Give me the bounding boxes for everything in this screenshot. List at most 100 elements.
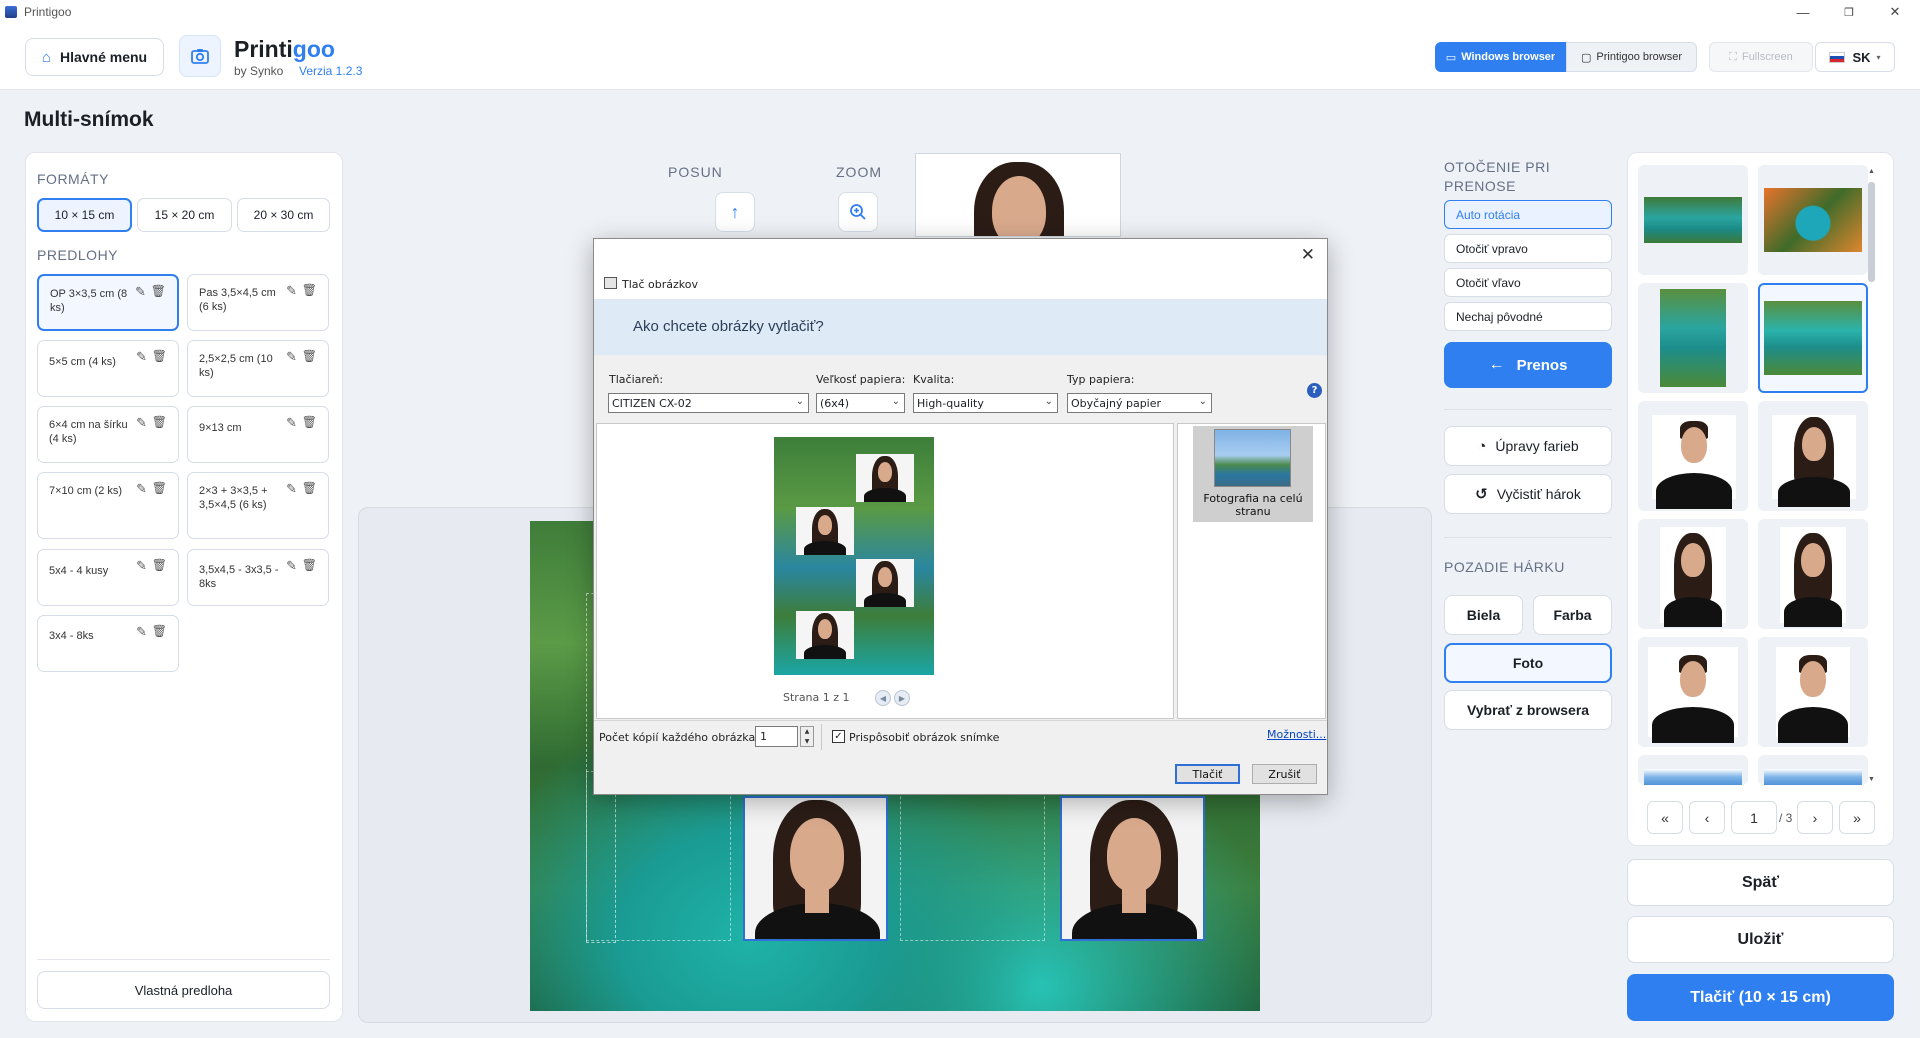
layout-full-page-photo[interactable]: Fotografia na celú stranu [1193, 426, 1313, 522]
spin-up-icon[interactable]: ▲ [805, 728, 810, 735]
trash-icon[interactable]: 🗑 [152, 481, 167, 495]
color-adjust-button[interactable]: ◔ Úpravy farieb [1444, 426, 1612, 466]
gallery-thumb[interactable] [1758, 401, 1868, 511]
trash-icon[interactable]: 🗑 [302, 415, 317, 429]
gallery-thumb[interactable] [1758, 519, 1868, 629]
save-button[interactable]: Uložiť [1627, 916, 1894, 963]
rotation-auto[interactable]: Auto rotácia [1444, 200, 1612, 229]
preview-next-icon[interactable]: ▶ [894, 690, 910, 706]
format-20x30-button[interactable]: 20 × 30 cm [237, 198, 330, 232]
rotation-keep-original[interactable]: Nechaj pôvodné [1444, 302, 1612, 331]
help-icon[interactable]: ? [1307, 383, 1322, 398]
format-15x20-button[interactable]: 15 × 20 cm [137, 198, 232, 232]
copies-spinner[interactable]: ▲ ▼ [800, 726, 814, 747]
trash-icon[interactable]: 🗑 [302, 481, 317, 495]
edit-icon[interactable]: ✎ [136, 558, 147, 574]
format-10x15-button[interactable]: 10 × 15 cm [37, 198, 132, 232]
edit-icon[interactable]: ✎ [286, 558, 297, 574]
trash-icon[interactable]: 🗑 [302, 283, 317, 297]
zoom-in-button[interactable] [838, 192, 878, 232]
template-25x25[interactable]: 2,5×2,5 cm (10 ks) ✎ 🗑 [187, 340, 329, 397]
edit-icon[interactable]: ✎ [135, 284, 146, 300]
template-35x45-3x35[interactable]: 3,5x4,5 - 3x3,5 - 8ks ✎ 🗑 [187, 549, 329, 606]
template-5x4[interactable]: 5x4 - 4 kusy ✎ 🗑 [37, 549, 179, 606]
bg-white-button[interactable]: Biela [1444, 595, 1523, 635]
options-link[interactable]: Možnosti... [1267, 728, 1326, 741]
template-mixed-6ks[interactable]: 2×3 + 3×3,5 + 3,5×4,5 (6 ks) ✎ 🗑 [187, 472, 329, 539]
rotation-left[interactable]: Otočiť vľavo [1444, 268, 1612, 297]
edit-icon[interactable]: ✎ [286, 283, 297, 299]
camera-button[interactable] [179, 35, 221, 77]
gallery-thumb[interactable] [1638, 637, 1748, 747]
gallery-thumb[interactable] [1638, 519, 1748, 629]
template-5x5[interactable]: 5×5 cm (4 ks) ✎ 🗑 [37, 340, 179, 397]
pager-first-button[interactable]: « [1647, 801, 1683, 834]
close-window-button[interactable]: ✕ [1872, 0, 1918, 24]
gallery-thumb[interactable] [1758, 637, 1868, 747]
pager-last-button[interactable]: » [1839, 801, 1875, 834]
gallery-thumb[interactable] [1638, 401, 1748, 511]
edit-icon[interactable]: ✎ [286, 415, 297, 431]
pager-next-button[interactable]: › [1797, 801, 1833, 834]
bg-photo-button[interactable]: Foto [1444, 643, 1612, 683]
edit-icon[interactable]: ✎ [286, 481, 297, 497]
template-9x13[interactable]: 9×13 cm ✎ 🗑 [187, 406, 329, 463]
main-menu-button[interactable]: ⌂ Hlavné menu [25, 38, 164, 76]
pager-page-input[interactable]: 1 [1731, 801, 1777, 834]
trash-icon[interactable]: 🗑 [152, 349, 167, 363]
template-pas-35x45[interactable]: Pas 3,5×4,5 cm (6 ks) ✎ 🗑 [187, 274, 329, 331]
selected-photo-preview[interactable] [915, 153, 1121, 237]
spin-down-icon[interactable]: ▼ [805, 738, 810, 745]
windows-browser-button[interactable]: ▭ Windows browser [1435, 42, 1566, 72]
dialog-cancel-button[interactable]: Zrušiť [1252, 764, 1317, 784]
edit-icon[interactable]: ✎ [136, 481, 147, 497]
template-op-3x35[interactable]: OP 3×3,5 cm (8 ks) ✎ 🗑 [37, 274, 179, 331]
printigoo-browser-button[interactable]: ▢ Printigoo browser [1566, 42, 1697, 72]
trash-icon[interactable]: 🗑 [152, 558, 167, 572]
gallery-thumb[interactable] [1758, 165, 1868, 275]
trash-icon[interactable]: 🗑 [151, 284, 166, 298]
slot-frame[interactable] [586, 771, 731, 941]
quality-select[interactable]: High-quality ⌄ [913, 393, 1058, 413]
back-button[interactable]: Späť [1627, 859, 1894, 906]
dialog-close-icon[interactable]: ✕ [1301, 245, 1315, 265]
bg-color-button[interactable]: Farba [1533, 595, 1612, 635]
trash-icon[interactable]: 🗑 [302, 349, 317, 363]
copies-input[interactable]: 1 [755, 726, 798, 747]
template-3x4[interactable]: 3x4 - 8ks ✎ 🗑 [37, 615, 179, 672]
dialog-print-button[interactable]: Tlačiť [1175, 764, 1240, 784]
sheet-photo[interactable] [1060, 796, 1205, 941]
move-up-button[interactable]: ↑ [715, 192, 755, 232]
paper-size-select[interactable]: (6x4) ⌄ [816, 393, 905, 413]
trash-icon[interactable]: 🗑 [302, 558, 317, 572]
gallery-thumb[interactable] [1758, 755, 1868, 785]
sheet-photo[interactable] [743, 796, 888, 941]
print-button[interactable]: Tlačiť (10 × 15 cm) [1627, 974, 1894, 1021]
language-select[interactable]: SK ▾ [1815, 42, 1895, 72]
scroll-up-icon[interactable]: ▲ [1868, 168, 1875, 175]
trash-icon[interactable]: 🗑 [152, 624, 167, 638]
edit-icon[interactable]: ✎ [136, 415, 147, 431]
template-7x10[interactable]: 7×10 cm (2 ks) ✎ 🗑 [37, 472, 179, 539]
preview-prev-icon[interactable]: ◀ [875, 690, 891, 706]
gallery-thumb[interactable] [1638, 283, 1748, 393]
edit-icon[interactable]: ✎ [136, 349, 147, 365]
scroll-down-icon[interactable]: ▼ [1868, 776, 1875, 783]
maximize-button[interactable]: ❐ [1826, 0, 1872, 24]
custom-template-button[interactable]: Vlastná predloha [37, 971, 330, 1009]
gallery-thumb-selected[interactable] [1758, 283, 1868, 393]
scrollbar-thumb[interactable] [1868, 182, 1875, 282]
rotation-right[interactable]: Otočiť vpravo [1444, 234, 1612, 263]
choose-from-browser-button[interactable]: Vybrať z browsera [1444, 690, 1612, 730]
template-6x4-landscape[interactable]: 6×4 cm na šírku (4 ks) ✎ 🗑 [37, 406, 179, 463]
edit-icon[interactable]: ✎ [136, 624, 147, 640]
fullscreen-button[interactable]: ⛶ Fullscreen [1709, 42, 1813, 72]
paper-type-select[interactable]: Obyčajný papier ⌄ [1067, 393, 1212, 413]
printer-select[interactable]: CITIZEN CX-02 ⌄ [608, 393, 809, 413]
pager-prev-button[interactable]: ‹ [1689, 801, 1725, 834]
gallery-scrollbar[interactable]: ▲ ▼ [1866, 168, 1876, 788]
edit-icon[interactable]: ✎ [286, 349, 297, 365]
clear-sheet-button[interactable]: ↺ Vyčistiť hárok [1444, 474, 1612, 514]
slot-frame[interactable] [900, 771, 1045, 941]
transfer-button[interactable]: ← Prenos [1444, 342, 1612, 388]
